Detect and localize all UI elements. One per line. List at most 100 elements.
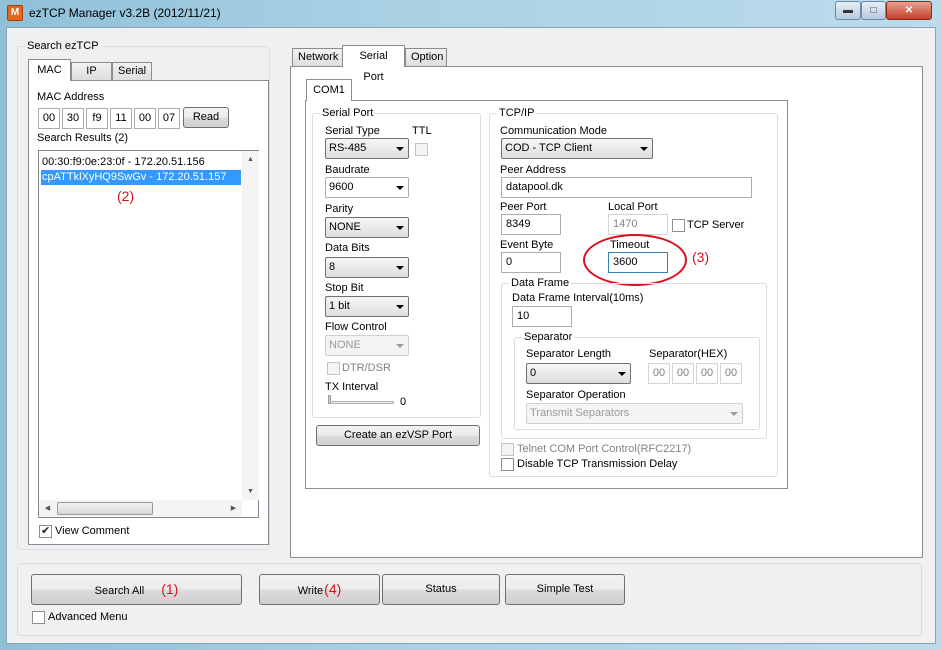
tx-interval-slider[interactable] [329, 401, 394, 404]
tx-interval-slider-thumb[interactable] [328, 395, 331, 404]
tab-mac[interactable]: MAC [28, 59, 71, 81]
status-button[interactable]: Status [382, 574, 500, 605]
app-icon: M [7, 5, 23, 21]
peer-port-input[interactable]: 8349 [501, 214, 561, 235]
chevron-down-icon [618, 372, 626, 376]
annotation-circle [583, 234, 687, 286]
search-results-label: Search Results (2) [37, 132, 129, 144]
comm-mode-label: Communication Mode [500, 125, 607, 137]
stop-bit-combo[interactable]: 1 bit [325, 296, 409, 317]
serial-type-combo[interactable]: RS-485 [325, 138, 409, 159]
scroll-up-icon[interactable]: ▲ [242, 151, 259, 168]
ttl-checkbox[interactable] [415, 143, 428, 156]
stop-bit-label: Stop Bit [325, 282, 364, 294]
advanced-menu-checkbox[interactable] [32, 611, 45, 624]
serial-type-value: RS-485 [329, 142, 367, 154]
minimize-button[interactable]: ▬ [835, 1, 861, 20]
title-bar[interactable]: M ezTCP Manager v3.2B (2012/11/21) ▬ □ ✕ [0, 0, 942, 27]
separator-hex-label: Separator(HEX) [649, 348, 728, 360]
mac-octet-5[interactable]: 00 [134, 108, 156, 129]
tab-option-label: Option [411, 51, 444, 63]
horizontal-scroll-thumb[interactable] [57, 502, 153, 515]
mac-address-label: MAC Address [37, 91, 105, 103]
tab-serial-port[interactable]: Serial Port [342, 45, 405, 83]
data-bits-combo[interactable]: 8 [325, 257, 409, 278]
tab-option[interactable]: Option [405, 48, 447, 67]
tab-network[interactable]: Network [292, 48, 344, 67]
mac-octet-2[interactable]: 30 [62, 108, 84, 129]
write-label: Write [297, 585, 324, 597]
search-all-button[interactable]: Search All (1) [31, 574, 242, 605]
annotation-2: (2) [117, 188, 135, 204]
separator-hex-1[interactable]: 00 [648, 363, 670, 384]
tab-ip[interactable]: IP [71, 62, 112, 81]
telnet-label: Telnet COM Port Control(RFC2217) [517, 443, 692, 455]
mac-octet-4[interactable]: 11 [110, 108, 132, 129]
telnet-checkbox[interactable] [501, 443, 514, 456]
annotation-1: (1) [161, 581, 179, 597]
scroll-down-icon[interactable]: ▼ [242, 483, 259, 500]
tab-com1[interactable]: COM1 [306, 79, 352, 101]
baudrate-label: Baudrate [325, 164, 370, 176]
chevron-down-icon [396, 344, 404, 348]
ttl-label: TTL [412, 125, 432, 137]
scroll-left-icon[interactable]: ◀ [39, 500, 56, 517]
horizontal-scrollbar[interactable]: ◀ ▶ [39, 500, 242, 517]
separator-length-value: 0 [530, 367, 537, 379]
tab-com1-label: COM1 [313, 84, 345, 96]
mac-octet-1[interactable]: 00 [38, 108, 60, 129]
simple-test-button[interactable]: Simple Test [505, 574, 625, 605]
list-item[interactable]: 00:30:f9:0e:23:0f - 172.20.51.156 [41, 155, 241, 169]
window-title: ezTCP Manager v3.2B (2012/11/21) [29, 6, 221, 20]
separator-hex-4[interactable]: 00 [720, 363, 742, 384]
write-button[interactable]: Write(4) [259, 574, 380, 605]
separator-length-combo[interactable]: 0 [526, 363, 631, 384]
search-group-title: Search ezTCP [25, 40, 101, 53]
disable-delay-label: Disable TCP Transmission Delay [517, 458, 678, 470]
separator-hex-2[interactable]: 00 [672, 363, 694, 384]
parity-value: NONE [329, 221, 361, 233]
create-ezvsp-port-button[interactable]: Create an ezVSP Port [316, 425, 480, 446]
baudrate-combo[interactable]: 9600 [325, 177, 409, 198]
list-item-selected[interactable]: cpATTklXyHQ9SwGv - 172.20.51.157 [41, 170, 241, 185]
flow-control-combo[interactable]: NONE [325, 335, 409, 356]
data-frame-group-title: Data Frame [509, 277, 572, 290]
tab-serial-label: Serial [118, 65, 147, 77]
close-button[interactable]: ✕ [886, 1, 932, 20]
local-port-input[interactable]: 1470 [608, 214, 668, 235]
tab-serial-port-label: Serial Port [359, 50, 388, 83]
read-button[interactable]: Read [183, 107, 229, 128]
event-byte-input[interactable]: 0 [501, 252, 561, 273]
separator-hex-3[interactable]: 00 [696, 363, 718, 384]
separator-operation-value: Transmit Separators [530, 407, 630, 419]
chevron-down-icon [396, 305, 404, 309]
maximize-button[interactable]: □ [861, 1, 886, 20]
dtr-dsr-checkbox[interactable] [327, 362, 340, 375]
chevron-down-icon [640, 147, 648, 151]
peer-address-label: Peer Address [500, 164, 567, 176]
search-results-list[interactable]: 00:30:f9:0e:23:0f - 172.20.51.156 cpATTk… [38, 150, 259, 518]
mac-octet-3[interactable]: f9 [86, 108, 108, 129]
mac-octet-6[interactable]: 07 [158, 108, 180, 129]
baudrate-value: 9600 [329, 181, 354, 193]
tab-network-label: Network [298, 51, 339, 63]
scroll-right-icon[interactable]: ▶ [225, 500, 242, 517]
view-comment-checkbox[interactable] [39, 524, 52, 538]
tcp-server-checkbox[interactable] [672, 219, 685, 232]
peer-address-input[interactable]: datapool.dk [501, 177, 752, 198]
data-frame-interval-input[interactable]: 10 [512, 306, 572, 327]
event-byte-label: Event Byte [500, 239, 554, 251]
comm-mode-combo[interactable]: COD - TCP Client [501, 138, 653, 159]
tab-ip-label: IP [86, 65, 97, 77]
tab-serial[interactable]: Serial [112, 62, 152, 81]
annotation-3: (3) [692, 249, 710, 265]
local-port-label: Local Port [608, 201, 658, 213]
vertical-scrollbar[interactable]: ▲ ▼ [242, 151, 259, 500]
tx-interval-label: TX Interval [325, 381, 379, 393]
tcpip-group-title: TCP/IP [497, 107, 537, 120]
disable-delay-checkbox[interactable] [501, 458, 514, 471]
parity-combo[interactable]: NONE [325, 217, 409, 238]
separator-operation-combo[interactable]: Transmit Separators [526, 403, 743, 424]
tab-mac-label: MAC [37, 64, 62, 76]
view-comment-label: View Comment [55, 525, 130, 537]
